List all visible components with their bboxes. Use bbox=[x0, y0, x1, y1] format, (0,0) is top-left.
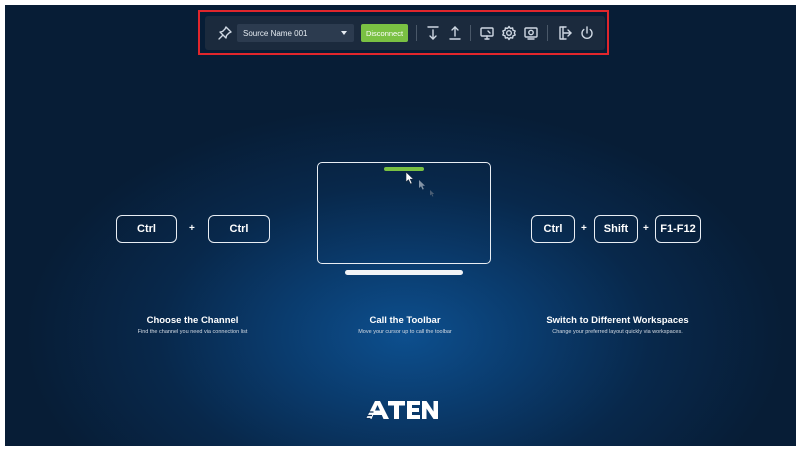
display-icon[interactable] bbox=[478, 24, 496, 42]
monitor-stand bbox=[345, 270, 463, 275]
snap-up-icon[interactable] bbox=[446, 24, 464, 42]
key-f1-f12: F1-F12 bbox=[655, 215, 701, 243]
caption-title: Call the Toolbar bbox=[369, 315, 441, 326]
cursor-icon bbox=[405, 171, 435, 197]
chevron-down-icon bbox=[341, 31, 347, 35]
key-ctrl: Ctrl bbox=[208, 215, 270, 243]
source-select-value: Source Name 001 bbox=[243, 28, 308, 38]
toolbar-divider bbox=[470, 25, 471, 41]
snap-down-icon[interactable] bbox=[424, 24, 442, 42]
caption-title: Choose the Channel bbox=[146, 315, 239, 326]
power-icon[interactable] bbox=[578, 24, 596, 42]
key-ctrl: Ctrl bbox=[531, 215, 575, 243]
toolbar-divider bbox=[547, 25, 548, 41]
screenshot-icon[interactable] bbox=[522, 24, 540, 42]
key-shift: Shift bbox=[594, 215, 638, 243]
caption-title: Switch to Different Workspaces bbox=[546, 315, 689, 326]
plus-sign: + bbox=[643, 223, 649, 234]
aten-logo bbox=[365, 401, 438, 420]
pin-icon[interactable] bbox=[216, 24, 234, 42]
caption-description: Move your cursor up to call the toolbar bbox=[358, 329, 452, 335]
caption-description: Change your preferred layout quickly via… bbox=[552, 329, 683, 335]
plus-sign: + bbox=[581, 223, 587, 234]
key-ctrl: Ctrl bbox=[116, 215, 177, 243]
caption-description: Find the channel you need via connection… bbox=[137, 329, 248, 335]
settings-icon[interactable] bbox=[500, 24, 518, 42]
disconnect-button[interactable]: Disconnect bbox=[361, 24, 408, 42]
exit-icon[interactable] bbox=[556, 24, 574, 42]
toolbar-divider bbox=[416, 25, 417, 41]
source-select[interactable]: Source Name 001 bbox=[237, 24, 354, 42]
plus-sign: + bbox=[189, 223, 195, 234]
